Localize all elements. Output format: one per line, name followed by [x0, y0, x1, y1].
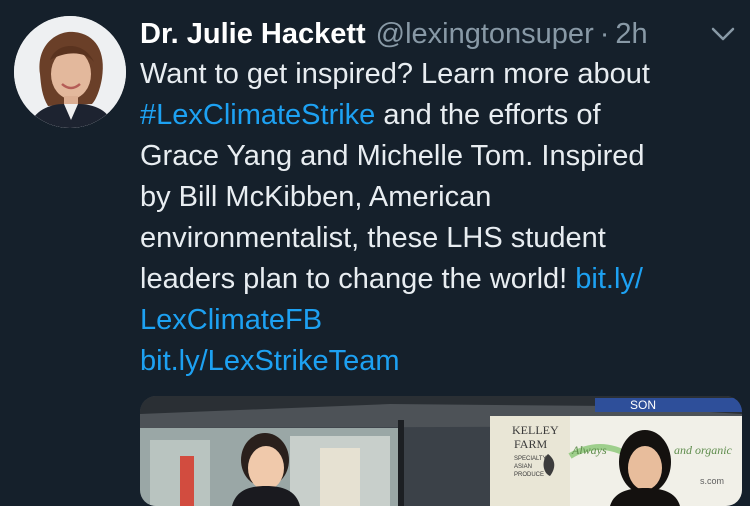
- hashtag-link[interactable]: #LexClimateStrike: [140, 99, 375, 131]
- tweet-text-segment: leaders plan to change the world!: [140, 263, 576, 295]
- sign-small-text: s.com: [700, 476, 724, 486]
- tweet-line: Grace Yang and Michelle Tom. Inspired: [140, 136, 740, 177]
- timestamp[interactable]: 2h: [615, 18, 647, 51]
- url-link[interactable]: bit.ly/: [575, 263, 643, 295]
- tweet-text-segment: by Bill McKibben, American: [140, 181, 492, 213]
- tweet-line: #LexClimateStrike and the efforts of: [140, 95, 740, 136]
- separator-dot: ·: [599, 17, 610, 50]
- banner-line-3: SPECIALTY: [514, 456, 547, 462]
- url-link[interactable]: LexClimateFB: [140, 304, 322, 336]
- banner-line-1: KELLEY: [512, 423, 559, 437]
- tweet-line: environmentalist, these LHS student: [140, 218, 740, 259]
- banner-line-5: PRODUCE: [514, 472, 544, 478]
- tweet-line: LexClimateFB: [140, 300, 740, 341]
- tweet-header: Dr. Julie Hackett @lexingtonsuper · 2h: [140, 14, 740, 54]
- banner-line-2: FARM: [514, 437, 547, 451]
- tweet-text: Want to get inspired? Learn more about #L…: [140, 54, 740, 382]
- tweet-line: by Bill McKibben, American: [140, 177, 740, 218]
- banner-line-4: ASIAN: [514, 464, 532, 470]
- tweet-photo: SON KELLEY FARM SPECIALTY ASIAN PRODUCE …: [140, 396, 742, 506]
- tweet-text-segment: Want to get inspired? Learn more about: [140, 58, 650, 90]
- tweet-image[interactable]: SON KELLEY FARM SPECIALTY ASIAN PRODUCE …: [140, 396, 742, 506]
- top-banner-text: SON: [630, 398, 656, 412]
- chevron-down-icon[interactable]: [710, 24, 736, 44]
- sign-right-text: and organic: [674, 443, 733, 457]
- sign-left-text: Always: [571, 443, 607, 457]
- tweet-line: Want to get inspired? Learn more about: [140, 54, 740, 95]
- author-name[interactable]: Dr. Julie Hackett: [140, 18, 366, 51]
- tweet-line: bit.ly/LexStrikeTeam: [140, 341, 740, 382]
- author-handle[interactable]: @lexingtonsuper: [376, 18, 594, 51]
- tweet-text-segment: Grace Yang and Michelle Tom. Inspired: [140, 140, 645, 172]
- profile-avatar[interactable]: [14, 16, 126, 128]
- tweet-text-segment: environmentalist, these LHS student: [140, 222, 606, 254]
- url-link[interactable]: bit.ly/LexStrikeTeam: [140, 345, 400, 377]
- avatar-photo: [14, 16, 126, 128]
- tweet-line: leaders plan to change the world! bit.ly…: [140, 259, 740, 300]
- tweet-text-segment: and the efforts of: [375, 99, 601, 131]
